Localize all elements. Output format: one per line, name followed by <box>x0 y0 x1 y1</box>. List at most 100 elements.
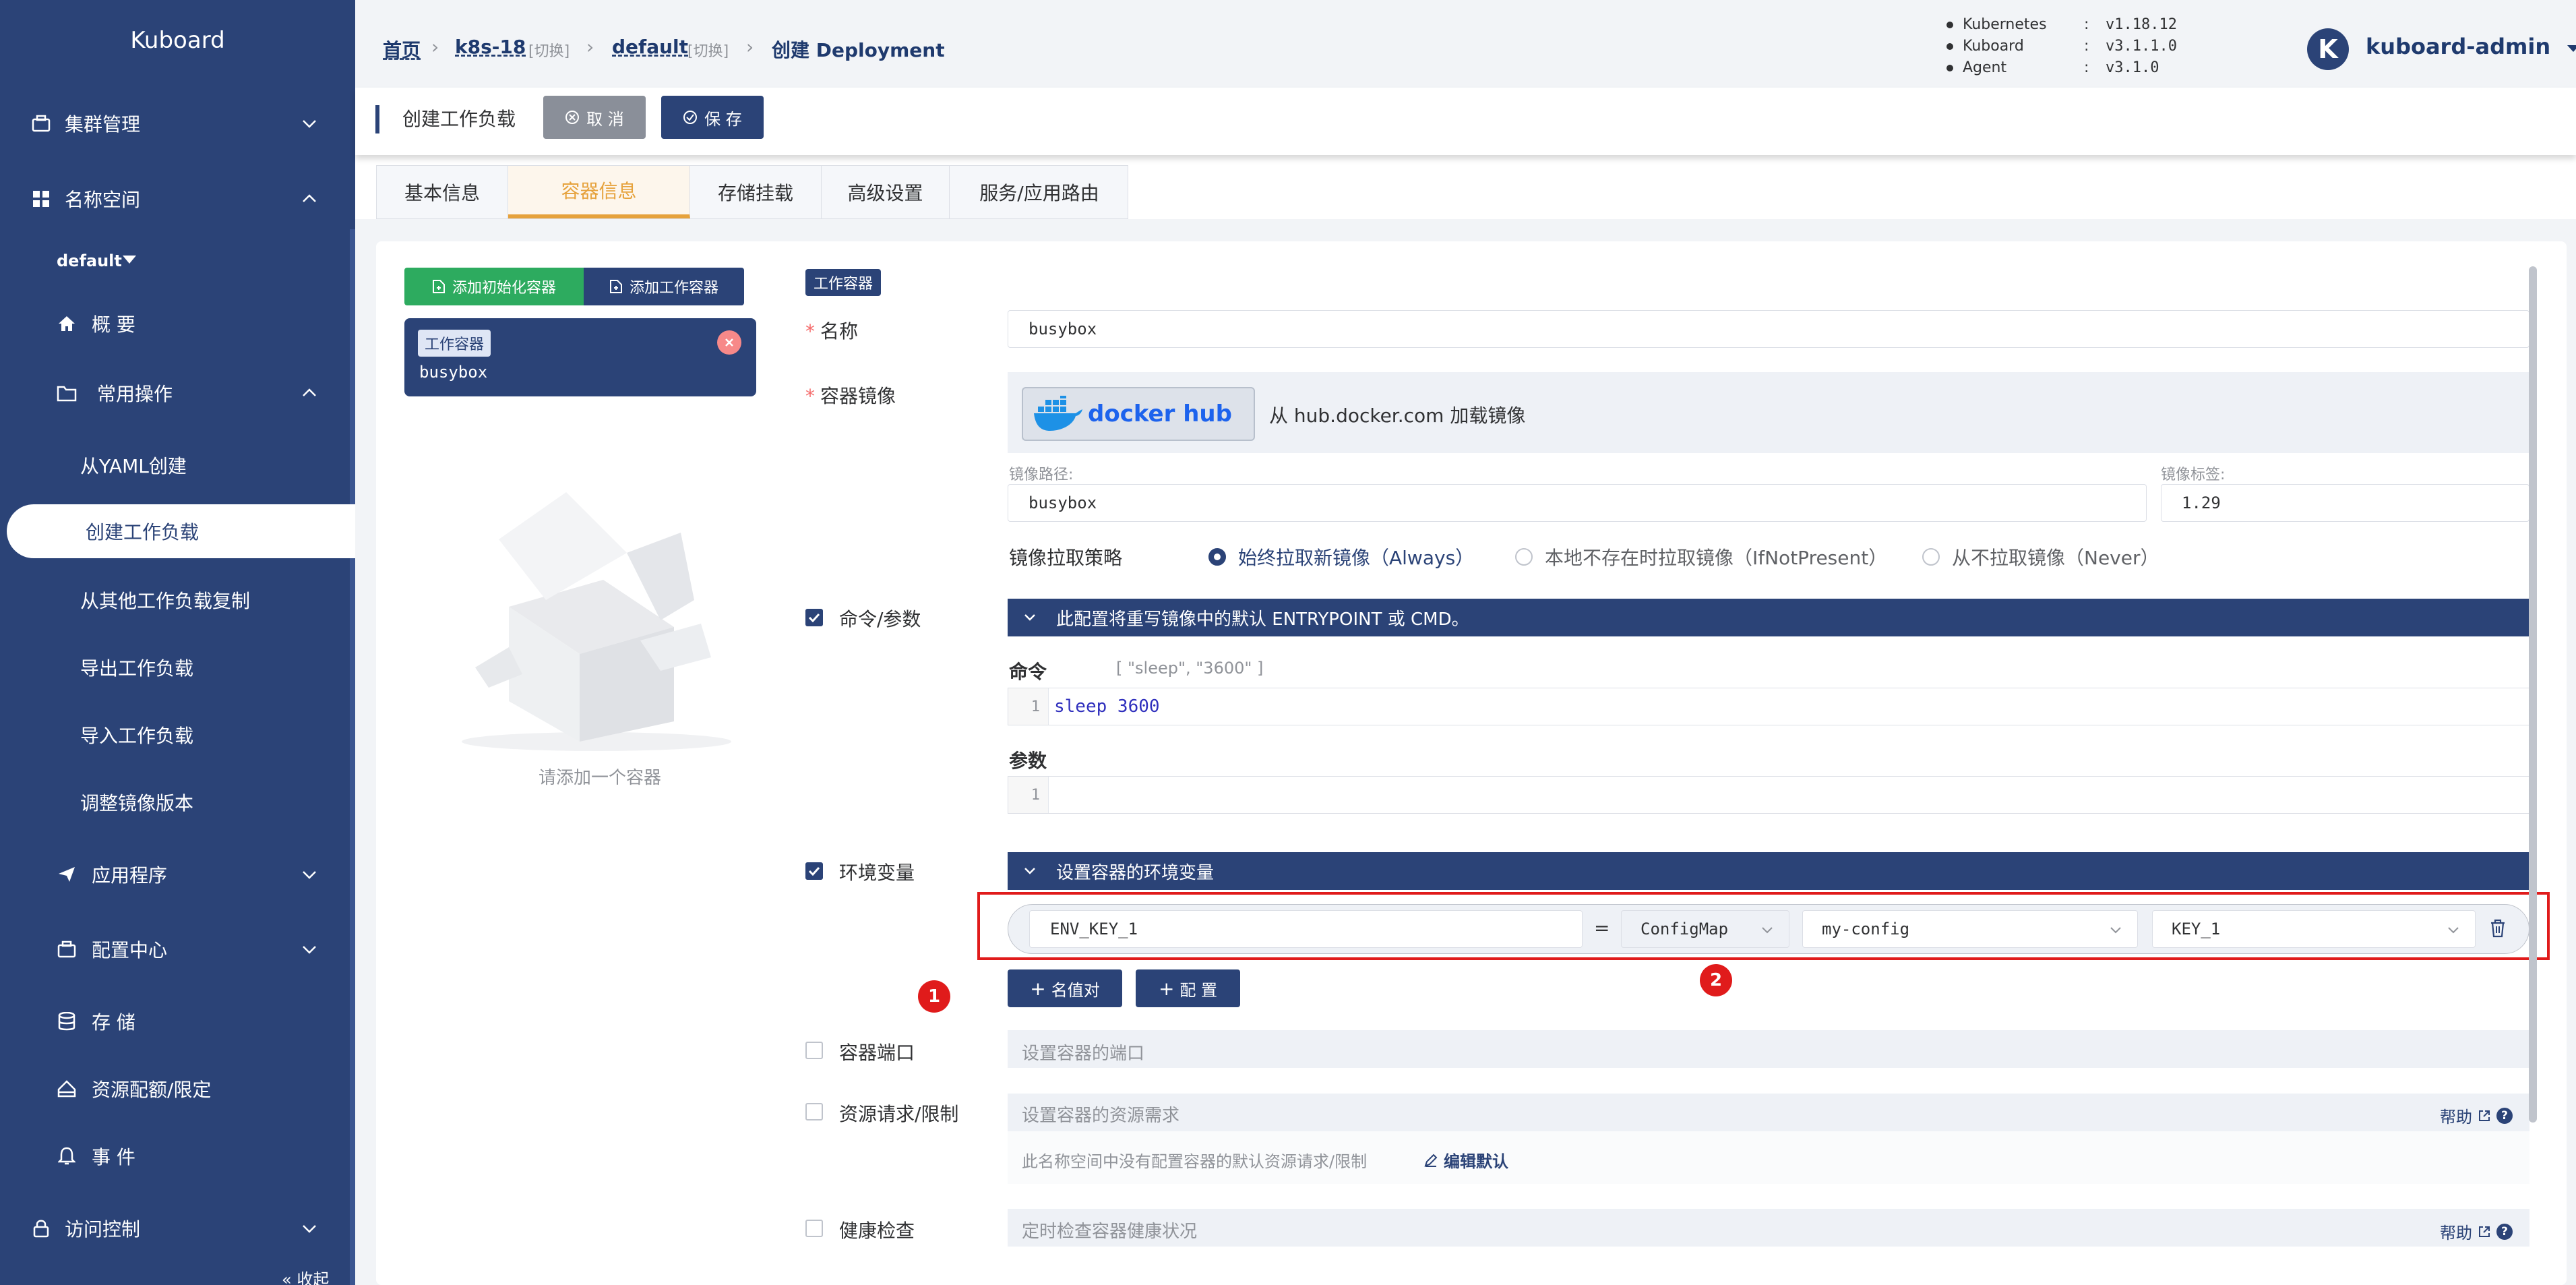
health-panel[interactable] <box>1008 1209 2529 1247</box>
sidebar-item-cluster[interactable]: 集群管理 <box>0 96 355 150</box>
args-editor[interactable]: 1 <box>1008 776 2529 814</box>
tab-bar: 基本信息 容器信息 存储挂载 高级设置 服务/应用路由 <box>376 165 1128 219</box>
grid-icon <box>31 189 51 209</box>
image-tag-input[interactable]: 1.29 <box>2161 484 2529 522</box>
dockerhub-logo-text: docker hub <box>1088 400 1232 427</box>
sidebar-item-export-workload[interactable]: 导出工作负载 <box>0 640 355 694</box>
breadcrumb-home[interactable]: 首页 <box>383 36 421 63</box>
tab-storage-mount[interactable]: 存储挂载 <box>690 166 822 218</box>
sidebar-item-overview[interactable]: 概 要 <box>0 297 355 351</box>
external-link-icon <box>2479 1226 2490 1237</box>
send-icon <box>57 864 77 885</box>
env-checkbox[interactable] <box>805 862 823 880</box>
chevron-up-icon <box>303 388 316 396</box>
tab-container-info[interactable]: 容器信息 <box>508 166 690 218</box>
empty-hint: 请添加一个容器 <box>538 768 661 788</box>
radio-pull-if-not-present[interactable]: 本地不存在时拉取镜像（IfNotPresent） <box>1515 543 1887 570</box>
breadcrumb-cluster[interactable]: k8s-18 <box>455 36 526 58</box>
version-agent: Agent: v3.1.0 <box>1946 59 2159 76</box>
avatar[interactable]: K <box>2307 28 2349 70</box>
sidebar-item-from-yaml[interactable]: 从YAML创建 <box>0 438 355 492</box>
breadcrumb-current: 创建 Deployment <box>772 39 945 61</box>
breadcrumb-switch-namespace[interactable]: [切换] <box>687 39 729 61</box>
save-button[interactable]: 保 存 <box>661 96 764 139</box>
image-path-input[interactable]: busybox <box>1008 484 2147 522</box>
add-name-value-button[interactable]: + 名值对 <box>1008 969 1122 1007</box>
health-label: 健康检查 <box>839 1220 915 1242</box>
lock-icon <box>31 1218 51 1238</box>
command-checkbox[interactable] <box>805 609 823 626</box>
caret-down-icon <box>2567 45 2576 52</box>
home-icon <box>57 313 77 334</box>
sidebar-item-import-workload[interactable]: 导入工作负载 <box>0 708 355 762</box>
database-icon <box>57 1011 77 1032</box>
check-circle-icon <box>683 111 698 124</box>
name-input[interactable]: busybox <box>1008 310 2529 348</box>
port-checkbox[interactable] <box>805 1042 823 1059</box>
namespace-name: default <box>57 251 122 270</box>
chevron-down-icon <box>303 871 316 879</box>
sidebar-item-adjust-image[interactable]: 调整镜像版本 <box>0 775 355 829</box>
env-label: 环境变量 <box>839 862 915 884</box>
sidebar-item-label: 存 储 <box>92 1011 135 1034</box>
sidebar-item-label: 集群管理 <box>65 113 141 136</box>
command-args-label: 命令/参数 <box>839 608 921 630</box>
breadcrumb-namespace[interactable]: default <box>612 36 688 58</box>
dockerhub-button[interactable]: docker hub <box>1022 387 1255 441</box>
namespace-selector[interactable]: default <box>0 234 355 288</box>
add-config-button[interactable]: + 配 置 <box>1136 969 1240 1007</box>
sidebar-item-label: « 收起 <box>282 1270 330 1285</box>
folder-icon <box>57 383 77 403</box>
sidebar-item-namespace[interactable]: 名称空间 <box>0 172 355 226</box>
breadcrumb-switch-cluster[interactable]: [切换] <box>528 39 570 61</box>
sidebar-item-label: 概 要 <box>92 313 135 336</box>
radio-pull-always[interactable]: 始终拉取新镜像（Always） <box>1208 543 1474 570</box>
sidebar-item-copy-workload[interactable]: 从其他工作负载复制 <box>0 573 355 627</box>
cancel-button[interactable]: 取 消 <box>543 96 646 139</box>
sidebar-item-label: 导出工作负载 <box>80 657 194 680</box>
resource-help-link[interactable]: 帮助 ? <box>2440 1104 2513 1127</box>
sidebar-item-storage[interactable]: 存 储 <box>0 994 355 1048</box>
cluster-icon <box>31 113 51 133</box>
document-icon <box>609 280 622 293</box>
page-title: 创建工作负载 <box>402 108 516 130</box>
sidebar-item-access-control[interactable]: 访问控制 <box>0 1201 355 1255</box>
env-section-bar[interactable]: 设置容器的环境变量 <box>1008 852 2529 890</box>
command-section-bar[interactable]: 此配置将重写镜像中的默认 ENTRYPOINT 或 CMD。 <box>1008 599 2529 636</box>
image-tag-label: 镜像标签: <box>2161 467 2226 483</box>
port-panel[interactable] <box>1008 1030 2529 1068</box>
sidebar-item-config-center[interactable]: 配置中心 <box>0 922 355 976</box>
resource-note: 此名称空间中没有配置容器的默认资源请求/限制 <box>1022 1152 1368 1171</box>
tab-service-route[interactable]: 服务/应用路由 <box>950 166 1129 218</box>
sidebar-item-label: 资源配额/限定 <box>92 1079 212 1101</box>
radio-pull-never[interactable]: 从不拉取镜像（Never） <box>1922 543 2159 570</box>
tab-basic-info[interactable]: 基本信息 <box>377 166 508 218</box>
add-init-container-button[interactable]: 添加初始化容器 <box>404 268 584 305</box>
args-label: 参数 <box>1009 750 1047 772</box>
health-checkbox[interactable] <box>805 1220 823 1237</box>
sidebar-item-label: 应用程序 <box>92 864 168 887</box>
add-work-container-button[interactable]: 添加工作容器 <box>584 268 744 305</box>
sidebar-item-create-workload[interactable]: 创建工作负载 <box>7 504 355 558</box>
sidebar-item-events[interactable]: 事 件 <box>0 1129 355 1183</box>
command-code: sleep 3600 <box>1054 696 1160 717</box>
port-placeholder: 设置容器的端口 <box>1022 1044 1145 1064</box>
chevron-down-icon <box>303 1225 316 1233</box>
sidebar-item-common-ops[interactable]: 常用操作 <box>0 366 355 420</box>
edit-default-link[interactable]: 编辑默认 <box>1423 1148 1508 1172</box>
resource-panel[interactable] <box>1008 1094 2529 1131</box>
sidebar-item-applications[interactable]: 应用程序 <box>0 847 355 901</box>
close-icon[interactable] <box>717 330 741 355</box>
health-help-link[interactable]: 帮助 ? <box>2440 1220 2513 1243</box>
tab-advanced[interactable]: 高级设置 <box>822 166 950 218</box>
content-scrollbar[interactable] <box>2529 266 2537 1123</box>
sidebar-item-quota[interactable]: 资源配额/限定 <box>0 1062 355 1116</box>
user-menu[interactable]: kuboard-admin <box>2366 34 2576 59</box>
resource-checkbox[interactable] <box>805 1103 823 1120</box>
sidebar-collapse-button[interactable]: « 收起 <box>0 1262 355 1285</box>
config-icon <box>57 939 77 959</box>
resource-label: 资源请求/限制 <box>839 1103 959 1125</box>
breadcrumb-separator: › <box>746 36 754 58</box>
highlight-rectangle <box>977 892 2550 960</box>
command-editor[interactable]: 1 sleep 3600 <box>1008 688 2529 725</box>
